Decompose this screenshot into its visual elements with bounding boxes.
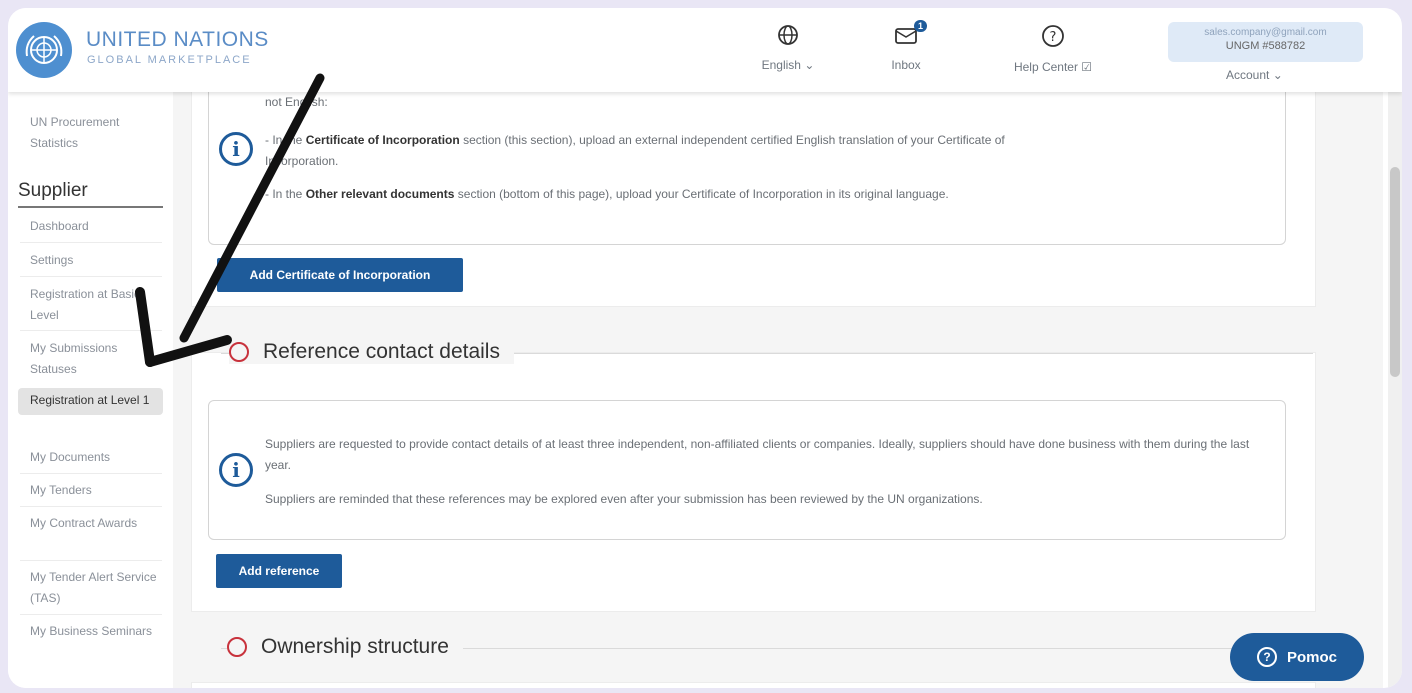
reference-section-header: Reference contact details [229,340,514,364]
sidebar-item-contract-awards[interactable]: My Contract Awards [18,513,163,534]
language-label: English ⌄ [761,58,815,72]
reference-card: i Suppliers are requested to provide con… [191,352,1316,612]
sidebar-item-registration-basic[interactable]: Registration at Basic Level [18,284,163,326]
brand-title: UNITED NATIONS [86,28,269,51]
sidebar-divider [20,330,162,331]
sidebar-item-settings[interactable]: Settings [18,250,163,271]
info-icon: i [219,453,253,487]
top-header: UNITED NATIONS GLOBAL MARKETPLACE Englis… [8,8,1402,92]
reference-info-box: i Suppliers are requested to provide con… [208,400,1286,540]
ownership-section-title: Ownership structure [261,635,449,658]
ownership-card [191,682,1316,688]
sidebar-divider [20,276,162,277]
sidebar-item-business-seminars[interactable]: My Business Seminars [18,621,163,642]
sidebar-divider [20,242,162,243]
help-center-link[interactable]: ? Help Center ☑ [998,24,1108,74]
certificate-info-box: not English: i - In the Certificate of I… [208,92,1286,245]
language-selector[interactable]: English ⌄ [748,24,828,72]
reference-section-title: Reference contact details [263,340,500,363]
question-icon: ? [1256,647,1277,667]
ownership-section-header: Ownership structure [227,635,463,659]
sidebar-heading-divider [18,206,163,208]
inbox-badge: 1 [914,20,928,32]
info-icon: i [219,132,253,166]
sidebar-divider [20,506,162,507]
sidebar-item-tender-alert-service[interactable]: My Tender Alert Service (TAS) [18,567,163,609]
browser-frame: UNITED NATIONS GLOBAL MARKETPLACE Englis… [8,8,1402,688]
reference-info-para1: Suppliers are requested to provide conta… [265,437,1250,472]
reference-info-para2: Suppliers are reminded that these refere… [265,492,983,506]
sidebar-item-my-tenders[interactable]: My Tenders [18,480,163,501]
sidebar-item-my-documents[interactable]: My Documents [18,447,163,468]
help-button-label: Pomoc [1286,648,1337,666]
sidebar-section-heading: Supplier [18,180,88,201]
help-circle-icon: ? [1042,25,1064,47]
add-certificate-button[interactable]: Add Certificate of Incorporation [217,258,463,292]
sidebar: UN Procurement Statistics Supplier Dashb… [8,92,173,688]
account-info[interactable]: sales.company@gmail.com UNGM #588782 [1168,22,1363,62]
main-content: not English: i - In the Certificate of I… [173,92,1383,688]
inbox-link[interactable]: 1 Inbox [870,20,942,72]
account-id: UNGM #588782 [1225,40,1306,52]
sidebar-divider [20,473,162,474]
certificate-card: not English: i - In the Certificate of I… [191,92,1316,307]
account-menu[interactable]: Account ⌄ [1226,68,1283,82]
sidebar-divider [20,614,162,615]
required-indicator-icon [229,342,249,362]
add-reference-button[interactable]: Add reference [216,554,342,588]
sidebar-item-un-procurement-statistics[interactable]: UN Procurement Statistics [18,112,163,154]
sidebar-item-registration-level-1[interactable]: Registration at Level 1 [18,388,163,415]
sidebar-item-dashboard[interactable]: Dashboard [18,216,163,237]
account-email: sales.company@gmail.com [1204,27,1327,38]
certificate-info-line1: - In the Certificate of Incorporation se… [265,133,1005,168]
certificate-info-top-line: not English: [265,95,328,109]
un-emblem-icon [25,35,63,64]
inbox-label: Inbox [891,58,921,72]
help-center-label: Help Center ☑ [1013,60,1093,74]
help-button[interactable]: ? Pomoc [1230,633,1364,681]
required-indicator-icon [227,637,247,657]
certificate-info-line2: - In the Other relevant documents sectio… [265,187,949,201]
sidebar-item-submission-statuses[interactable]: My Submissions Statuses [18,338,163,380]
scrollbar-thumb[interactable] [1390,167,1400,377]
brand-subtitle: GLOBAL MARKETPLACE [87,54,252,66]
svg-text:?: ? [1050,30,1057,45]
vertical-scrollbar[interactable] [1388,92,1402,688]
sidebar-divider [20,560,162,561]
globe-icon [778,25,798,45]
un-logo[interactable] [16,22,72,78]
